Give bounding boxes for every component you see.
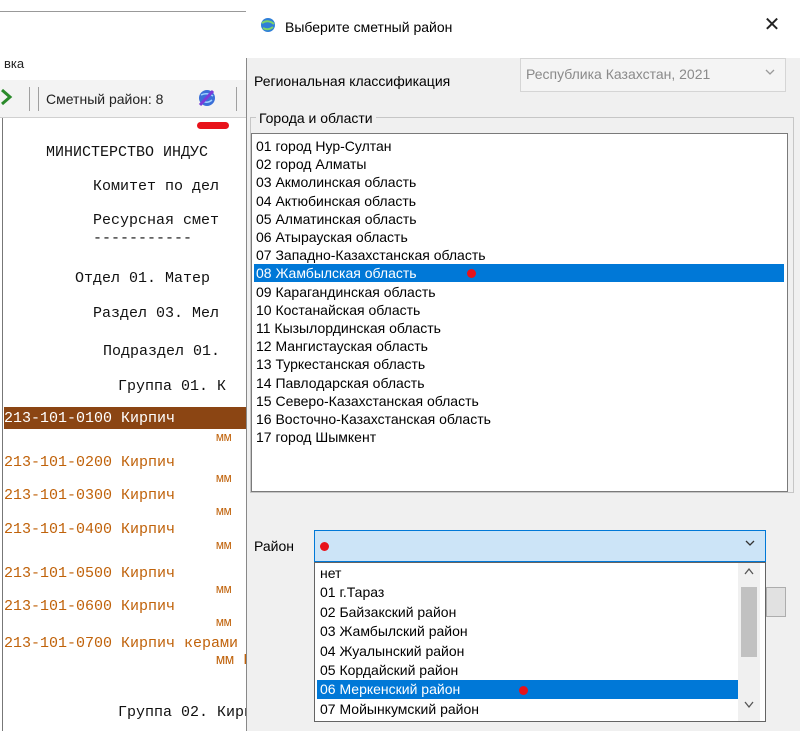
code-row[interactable]: 213-101-0400 Кирпич	[4, 521, 175, 538]
code-row-unit: мм	[216, 430, 232, 445]
regional-classification-value: Республика Казахстан, 2021	[526, 66, 711, 82]
district-option[interactable]: 04 Жуалынский район	[320, 642, 740, 661]
district-option[interactable]: 03 Жамбылский район	[320, 622, 740, 641]
district-select[interactable]	[314, 530, 766, 562]
city-list-item[interactable]: 14 Павлодарская область	[256, 374, 784, 392]
red-annotation-dot	[519, 686, 528, 696]
chevron-down-icon	[764, 66, 776, 81]
app-globe-icon	[259, 16, 277, 39]
district-option[interactable]: нет	[320, 564, 740, 583]
city-list-item[interactable]: 15 Северо-Казахстанская область	[256, 392, 784, 410]
doc-line: МИНИСТЕРСТВО ИНДУС	[46, 144, 209, 161]
menu-fragment[interactable]: вка	[4, 56, 24, 71]
red-annotation-dot	[467, 269, 476, 279]
city-list-item[interactable]: 02 город Алматы	[256, 155, 784, 173]
estimate-region-label: Сметный район: 8	[46, 91, 164, 107]
city-list-item[interactable]: 07 Западно-Казахстанская область	[256, 246, 784, 264]
city-list-item[interactable]: 03 Акмолинская область	[256, 173, 784, 191]
dialog-button-partial[interactable]	[766, 587, 786, 617]
globe-icon[interactable]	[196, 87, 218, 114]
city-list-item[interactable]: 17 город Шымкент	[256, 428, 784, 446]
doc-line: Подраздел 01.	[103, 343, 221, 360]
doc-line: Ресурсная смет	[93, 212, 220, 229]
doc-line: Отдел 01. Матер	[75, 270, 211, 287]
red-annotation-mark	[197, 122, 229, 129]
scrollbar-thumb[interactable]	[741, 587, 757, 657]
code-row-unit: мм	[216, 504, 232, 519]
district-option[interactable]: 01 г.Тараз	[320, 583, 740, 602]
code-row[interactable]: 213-101-0200 Кирпич	[4, 454, 175, 471]
city-list-item[interactable]: 01 город Нур-Султан	[256, 137, 784, 155]
doc-line: Раздел 03. Мел	[93, 305, 220, 322]
district-label: Район	[254, 538, 294, 554]
city-list-item[interactable]: 16 Восточно-Казахстанская область	[256, 410, 784, 428]
district-option[interactable]: 05 Кордайский район	[320, 661, 740, 680]
district-option[interactable]: 07 Мойынкумский район	[320, 700, 740, 719]
dialog-title: Выберите сметный район	[285, 19, 453, 35]
toolbar-separator	[29, 87, 30, 111]
toolbar-separator	[236, 87, 237, 111]
toolbar-separator	[38, 87, 39, 111]
close-icon[interactable]: ✕	[760, 12, 784, 37]
refresh-icon[interactable]	[0, 88, 14, 106]
code-row[interactable]: 213-101-0600 Кирпич	[4, 598, 175, 615]
scroll-up-icon[interactable]	[744, 566, 754, 578]
code-row-unit: мм	[216, 615, 232, 630]
code-row: 213-101-0100 Кирпич	[4, 410, 176, 427]
code-row[interactable]: 213-101-0700 Кирпич керами	[4, 635, 238, 652]
doc-line: Группа 01. К	[118, 378, 227, 395]
code-row[interactable]: 213-101-0500 Кирпич	[4, 565, 175, 582]
scroll-down-icon[interactable]	[744, 700, 754, 712]
city-list-item[interactable]: 10 Костанайская область	[256, 301, 784, 319]
chevron-down-icon[interactable]	[744, 537, 756, 552]
cities-list[interactable]: 01 город Нур-Султан 02 город Алматы 03 Акм…	[251, 133, 788, 492]
city-list-item[interactable]: 04 Актюбинская область	[256, 192, 784, 210]
cities-group-title: Города и области	[256, 110, 376, 126]
code-row-unit: мм	[216, 471, 232, 486]
window-top-edge	[0, 0, 250, 12]
city-list-item[interactable]: 08 Жамбылская область	[254, 264, 784, 283]
city-list-item[interactable]: 12 Мангистауская область	[256, 337, 784, 355]
city-list-item[interactable]: 11 Кызылординская область	[256, 319, 784, 337]
code-row-unit: мм	[216, 538, 232, 553]
district-option[interactable]: 02 Байзакский район	[320, 603, 740, 622]
city-list-item[interactable]: 05 Алматинская область	[256, 210, 784, 228]
district-dropdown-list[interactable]: нет 01 г.Тараз 02 Байзакский район 03 Жамбы…	[314, 562, 766, 722]
city-list-item[interactable]: 06 Атырауская область	[256, 228, 784, 246]
code-row[interactable]: 213-101-0300 Кирпич	[4, 487, 175, 504]
district-option[interactable]: 06 Меркенский район	[317, 680, 738, 700]
city-list-item[interactable]: 09 Карагандинская область	[256, 283, 784, 301]
regional-classification-label: Региональная классификация	[254, 73, 451, 89]
red-annotation-dot	[320, 542, 329, 551]
city-list-item[interactable]: 13 Туркестанская область	[256, 355, 784, 373]
doc-line: Комитет по дел	[93, 178, 220, 195]
doc-line: -----------	[93, 230, 193, 247]
code-row-unit: мм	[216, 582, 232, 597]
